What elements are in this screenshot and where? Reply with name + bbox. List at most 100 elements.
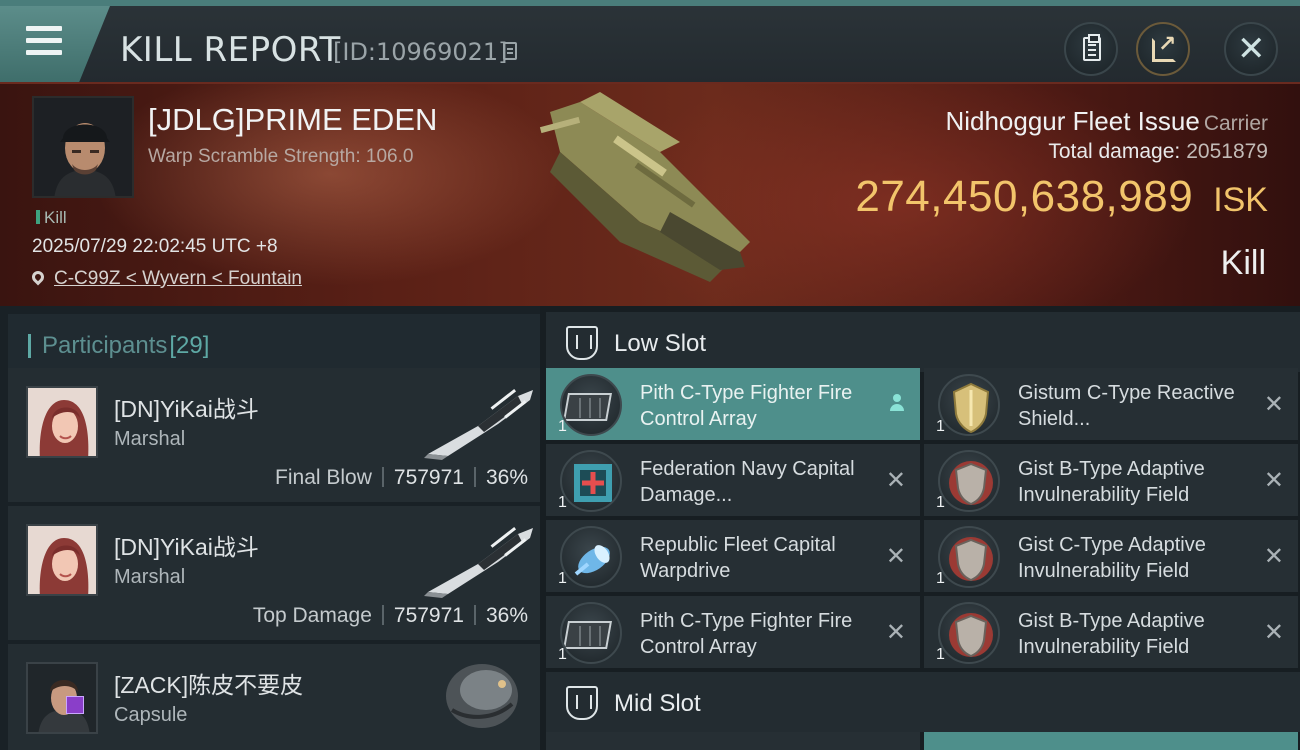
participant-row[interactable]: [DN]YiKai战斗 Marshal Top Damage 757971 36% <box>8 506 540 640</box>
close-icon: ✕ <box>1237 30 1266 68</box>
participant-ship-image <box>424 526 533 598</box>
module-name: Pith C-Type Fighter Fire Control Array <box>640 610 853 658</box>
destroyed-x-icon: ✕ <box>885 467 906 494</box>
kill-tag: Kill <box>36 208 67 228</box>
location-link[interactable]: C-C99Z < Wyvern < Fountain <box>54 268 302 289</box>
participant-row[interactable]: [ZACK]陈皮不要皮 Capsule <box>8 644 540 750</box>
participant-stats: Top Damage 757971 36% <box>253 604 528 628</box>
result-label: Kill <box>1220 244 1266 282</box>
divider <box>473 605 476 625</box>
module-name: Gistum C-Type Reactive Shield... <box>1018 382 1235 430</box>
participants-count: [29] <box>169 332 210 359</box>
participants-header: Participants[29] <box>8 314 540 370</box>
module-item[interactable]: 1 Pith C-Type Fighter Fire Control Array… <box>546 596 920 668</box>
fighter-control-module-icon <box>560 374 622 436</box>
module-quantity: 1 <box>936 418 945 435</box>
damage-module-icon <box>560 450 622 512</box>
destroyed-x-icon: ✕ <box>1263 391 1284 418</box>
isk-value-row: 274,450,638,989 ISK <box>855 172 1268 222</box>
participant-row[interactable]: [DN]YiKai战斗 Marshal Final Blow 757971 36% <box>8 368 540 502</box>
module-name: Gist B-Type Adaptive Invulnerability Fie… <box>1018 458 1205 506</box>
participant-damage-percent: 36% <box>485 604 528 627</box>
participant-avatar <box>26 524 98 596</box>
participant-ship: Capsule <box>114 704 188 726</box>
low-slot-label: Low Slot <box>614 330 707 357</box>
participant-ship: Marshal <box>114 566 186 588</box>
divider <box>473 467 476 487</box>
victim-portrait[interactable] <box>32 96 134 198</box>
destroyed-x-icon: ✕ <box>885 619 906 646</box>
warp-scramble-strength: Warp Scramble Strength: 106.0 <box>148 146 414 167</box>
invulnerability-field-icon <box>938 450 1000 512</box>
participant-role: Final Blow <box>275 466 372 489</box>
share-button[interactable] <box>1136 22 1190 76</box>
module-item-partial[interactable] <box>546 732 920 750</box>
module-name: Pith C-Type Fighter Fire Control Array <box>640 382 853 430</box>
module-item[interactable]: 1 Federation Navy Capital Damage... ✕ <box>546 444 920 516</box>
module-quantity: 1 <box>936 570 945 587</box>
mid-slot-header: Mid Slot <box>546 672 1300 732</box>
participant-avatar <box>26 386 98 458</box>
participant-avatar <box>26 662 98 734</box>
module-item[interactable]: 1 Gist B-Type Adaptive Invulnerability F… <box>924 444 1298 516</box>
person-icon <box>890 394 904 412</box>
victim-ship-name[interactable]: Nidhoggur Fleet Issue Carrier <box>945 106 1268 137</box>
ship-class: Carrier <box>1203 112 1268 135</box>
participant-name: [DN]YiKai战斗 <box>114 534 259 560</box>
divider <box>381 467 384 487</box>
fitting-panel: Low Slot 1 Pith C-Type Fighter Fire Cont… <box>540 306 1300 750</box>
header-accent-bar <box>28 334 31 358</box>
destroyed-x-icon: ✕ <box>885 543 906 570</box>
participant-role: Top Damage <box>252 604 372 627</box>
participant-damage: 757971 <box>393 466 464 489</box>
module-item[interactable]: 1 Gistum C-Type Reactive Shield... ✕ <box>924 368 1298 440</box>
kill-location[interactable]: C-C99Z < Wyvern < Fountain <box>29 268 302 290</box>
ship-name-text: Nidhoggur Fleet Issue <box>945 106 1200 136</box>
module-item[interactable]: 1 Gist B-Type Adaptive Invulnerability F… <box>924 596 1298 668</box>
kill-datetime: 2025/07/29 22:02:45 UTC +8 <box>32 236 278 257</box>
page-title: KILL REPORT <box>120 30 341 70</box>
participant-damage: 757971 <box>393 604 464 627</box>
participants-panel: Participants[29] [DN]YiKai战斗 Marshal Fin… <box>0 306 540 750</box>
module-name: Federation Navy Capital Damage... <box>640 458 855 506</box>
invulnerability-field-icon <box>938 526 1000 588</box>
module-quantity: 1 <box>936 494 945 511</box>
share-icon <box>1152 31 1176 62</box>
mid-slot-icon <box>566 686 598 720</box>
module-item[interactable]: 1 Gist C-Type Adaptive Invulnerability F… <box>924 520 1298 592</box>
module-quantity: 1 <box>558 494 567 511</box>
destroyed-x-icon: ✕ <box>1263 467 1284 494</box>
module-item[interactable]: 1 Republic Fleet Capital Warpdrive ✕ <box>546 520 920 592</box>
module-quantity: 1 <box>558 646 567 663</box>
module-quantity: 1 <box>558 570 567 587</box>
invulnerability-field-icon <box>938 602 1000 664</box>
hamburger-icon <box>26 26 64 56</box>
menu-button[interactable] <box>0 6 110 82</box>
participant-ship-image <box>446 664 518 728</box>
module-quantity: 1 <box>936 646 945 663</box>
mid-slot-label: Mid Slot <box>614 690 701 717</box>
clipboard-button[interactable] <box>1064 22 1118 76</box>
close-button[interactable]: ✕ <box>1224 22 1278 76</box>
module-name: Republic Fleet Capital Warpdrive <box>640 534 836 582</box>
module-name: Gist C-Type Adaptive Invulnerability Fie… <box>1018 534 1206 582</box>
top-bar: KILL REPORT [ID:10969021] ✕ <box>0 0 1300 82</box>
victim-ship-image <box>539 92 750 282</box>
module-item[interactable]: 1 Pith C-Type Fighter Fire Control Array <box>546 368 920 440</box>
kill-summary-banner: [JDLG]PRIME EDEN Warp Scramble Strength:… <box>0 82 1300 306</box>
module-item-partial[interactable] <box>924 732 1298 750</box>
participants-title: Participants[29] <box>42 332 209 360</box>
participant-ship: Marshal <box>114 428 186 450</box>
location-pin-icon <box>29 268 47 286</box>
participant-damage-percent: 36% <box>485 466 528 489</box>
participant-stats: Final Blow 757971 36% <box>275 466 528 490</box>
warpdrive-module-icon <box>560 526 622 588</box>
isk-value: 274,450,638,989 <box>855 172 1194 221</box>
participant-name: [DN]YiKai战斗 <box>114 396 259 422</box>
report-id: [ID:10969021] <box>333 38 508 66</box>
module-name: Gist B-Type Adaptive Invulnerability Fie… <box>1018 610 1205 658</box>
victim-name[interactable]: [JDLG]PRIME EDEN <box>148 102 437 138</box>
copy-icon[interactable] <box>503 42 517 60</box>
total-damage-label: Total damage: <box>1048 140 1181 163</box>
total-damage-value: 2051879 <box>1186 140 1268 163</box>
